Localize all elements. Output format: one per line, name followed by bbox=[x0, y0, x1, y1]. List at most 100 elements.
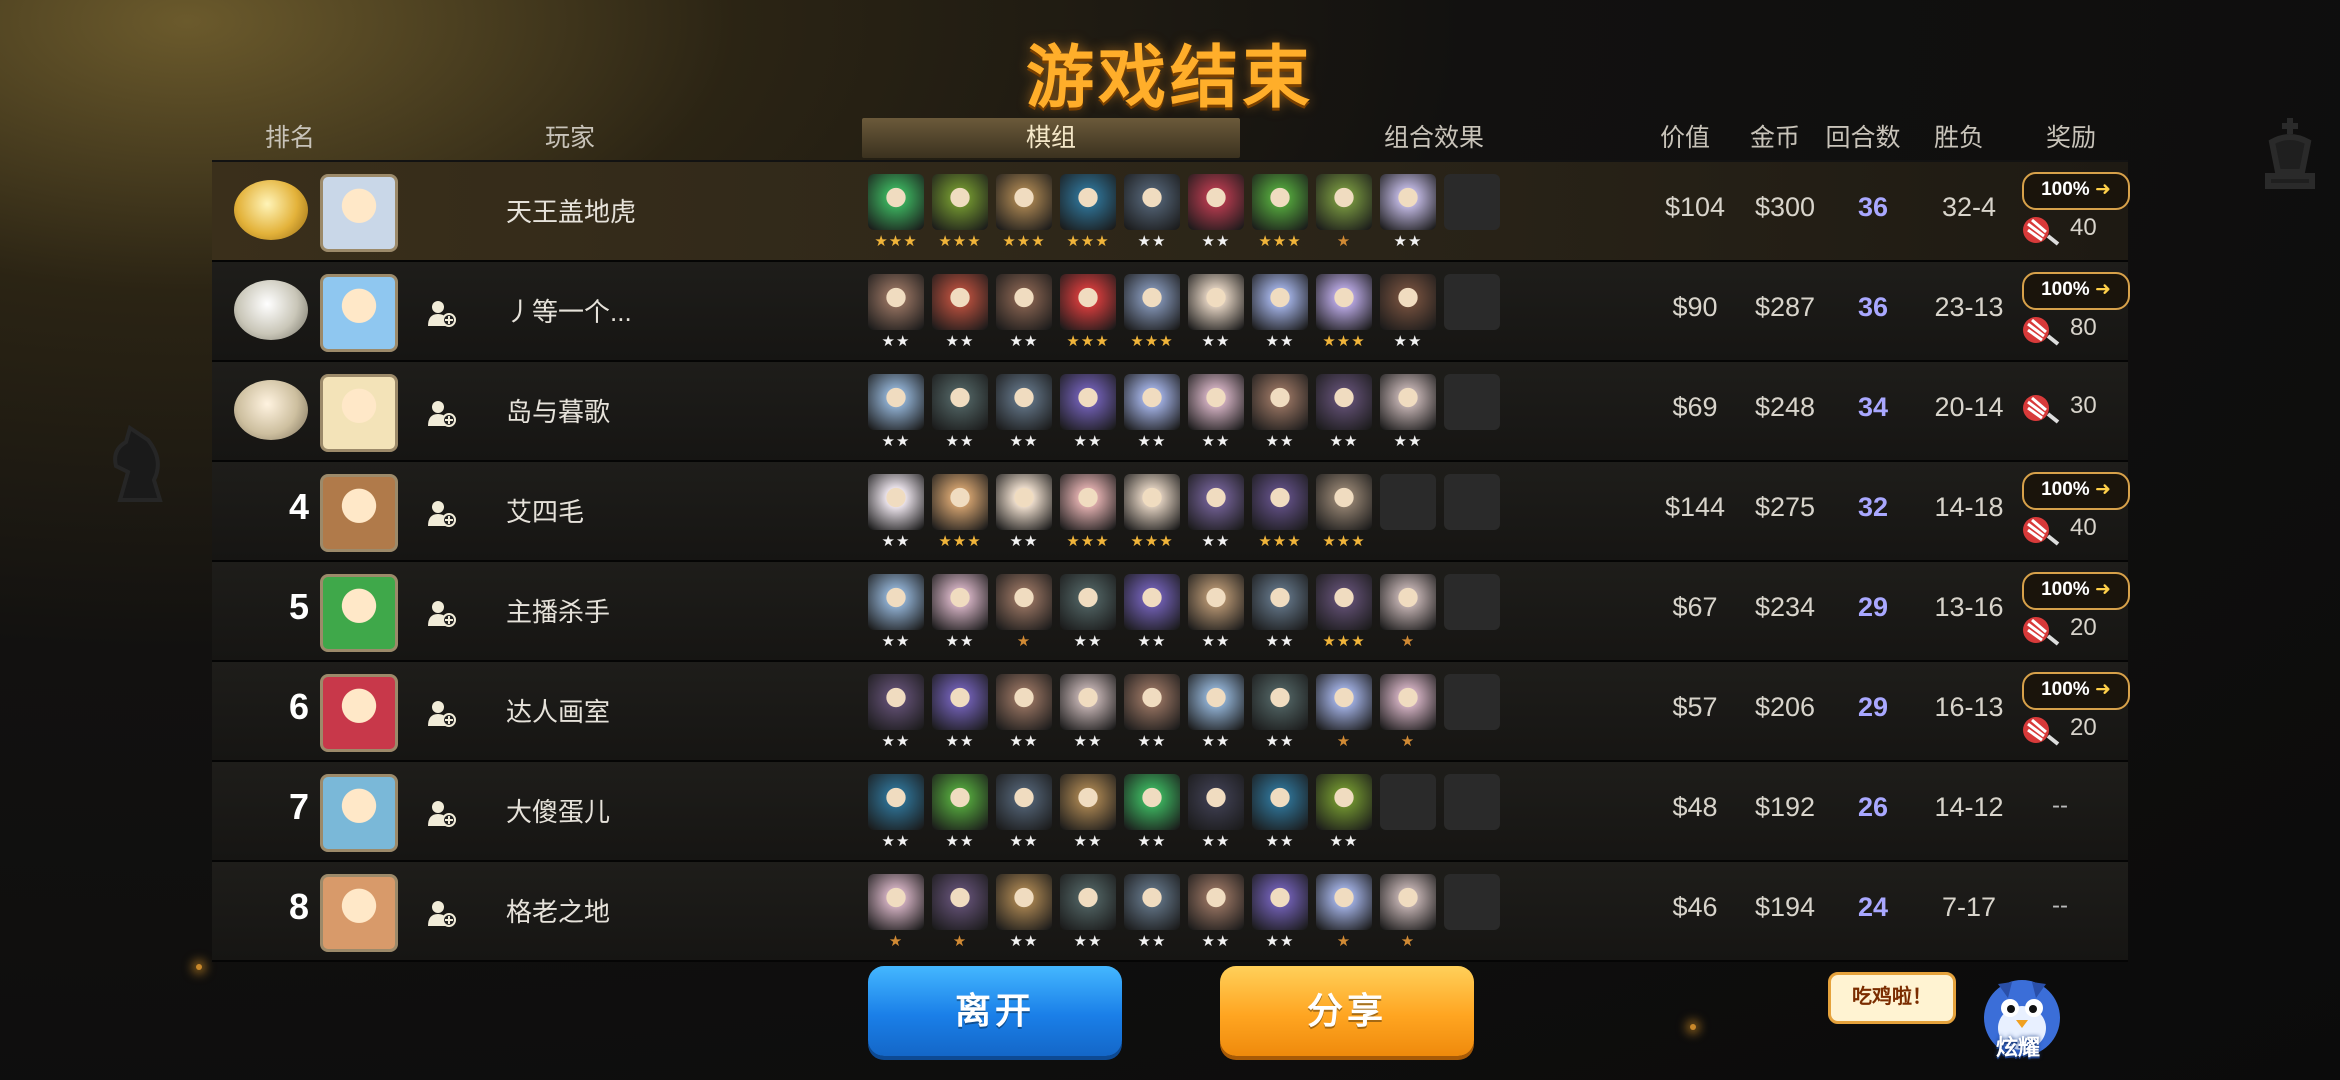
unit-portrait[interactable] bbox=[1380, 674, 1436, 730]
unit-portrait[interactable] bbox=[1252, 174, 1308, 230]
unit-portrait[interactable] bbox=[1252, 774, 1308, 830]
unit-portrait[interactable] bbox=[996, 374, 1052, 430]
unit-portrait[interactable] bbox=[1316, 174, 1372, 230]
unit-portrait[interactable] bbox=[932, 574, 988, 630]
unit-portrait[interactable] bbox=[1316, 574, 1372, 630]
unit-portrait[interactable] bbox=[996, 474, 1052, 530]
add-friend-icon[interactable] bbox=[426, 898, 456, 928]
unit-portrait[interactable] bbox=[1188, 374, 1244, 430]
unit-portrait[interactable] bbox=[1060, 574, 1116, 630]
unit-portrait[interactable] bbox=[1188, 874, 1244, 930]
unit-stars: ★★ bbox=[1265, 733, 1295, 750]
unit-portrait[interactable] bbox=[1316, 474, 1372, 530]
unit-portrait[interactable] bbox=[1060, 474, 1116, 530]
add-friend-icon[interactable] bbox=[426, 698, 456, 728]
avatar[interactable] bbox=[320, 774, 398, 852]
unit-portrait[interactable] bbox=[1252, 574, 1308, 630]
unit-portrait[interactable] bbox=[1252, 274, 1308, 330]
unit-portrait[interactable] bbox=[868, 674, 924, 730]
unit-portrait[interactable] bbox=[1252, 874, 1308, 930]
unit-stars: ★★★ bbox=[1322, 633, 1366, 650]
unit-portrait[interactable] bbox=[1252, 674, 1308, 730]
avatar[interactable] bbox=[320, 874, 398, 952]
avatar[interactable] bbox=[320, 374, 398, 452]
unit-portrait[interactable] bbox=[868, 774, 924, 830]
unit-portrait[interactable] bbox=[932, 174, 988, 230]
unit-portrait[interactable] bbox=[1316, 274, 1372, 330]
add-friend-icon[interactable] bbox=[426, 598, 456, 628]
unit-portrait[interactable] bbox=[1188, 674, 1244, 730]
unit-portrait[interactable] bbox=[1252, 474, 1308, 530]
unit-stars: ★★ bbox=[881, 833, 911, 850]
avatar[interactable] bbox=[320, 474, 398, 552]
unit-portrait[interactable] bbox=[996, 274, 1052, 330]
unit-portrait[interactable] bbox=[1380, 574, 1436, 630]
unit-portrait[interactable] bbox=[1060, 774, 1116, 830]
unit-portrait[interactable] bbox=[996, 674, 1052, 730]
unit-portrait[interactable] bbox=[1188, 274, 1244, 330]
unit-portrait[interactable] bbox=[1316, 774, 1372, 830]
unit-portrait[interactable] bbox=[932, 374, 988, 430]
unit-portrait[interactable] bbox=[1188, 574, 1244, 630]
avatar[interactable] bbox=[320, 274, 398, 352]
unit-stars: ★★★ bbox=[1066, 233, 1110, 250]
unit-portrait[interactable] bbox=[932, 674, 988, 730]
unit-portrait[interactable] bbox=[1124, 674, 1180, 730]
unit-portrait[interactable] bbox=[1124, 874, 1180, 930]
unit-portrait[interactable] bbox=[932, 774, 988, 830]
unit-stars: ★★ bbox=[1073, 933, 1103, 950]
unit-portrait[interactable] bbox=[996, 874, 1052, 930]
unit-portrait[interactable] bbox=[1060, 374, 1116, 430]
unit-portrait[interactable] bbox=[1380, 174, 1436, 230]
unit-portrait[interactable] bbox=[868, 574, 924, 630]
avatar[interactable] bbox=[320, 574, 398, 652]
add-friend-icon[interactable] bbox=[426, 298, 456, 328]
unit-portrait[interactable] bbox=[868, 274, 924, 330]
unit-portrait[interactable] bbox=[1060, 274, 1116, 330]
unit-portrait[interactable] bbox=[1188, 174, 1244, 230]
unit-stars: ★★ bbox=[1201, 733, 1231, 750]
unit-portrait[interactable] bbox=[1380, 374, 1436, 430]
unit-portrait[interactable] bbox=[1124, 774, 1180, 830]
unit-portrait[interactable] bbox=[868, 474, 924, 530]
tab-synergy[interactable]: 组合效果 bbox=[1250, 118, 1618, 158]
unit-stars: ★★ bbox=[1201, 833, 1231, 850]
unit-portrait[interactable] bbox=[1060, 874, 1116, 930]
unit-portrait[interactable] bbox=[1060, 674, 1116, 730]
unit-portrait[interactable] bbox=[868, 374, 924, 430]
unit-portrait[interactable] bbox=[1060, 174, 1116, 230]
unit-portrait[interactable] bbox=[1188, 474, 1244, 530]
unit-portrait[interactable] bbox=[1380, 274, 1436, 330]
unit-portrait[interactable] bbox=[1316, 674, 1372, 730]
avatar[interactable] bbox=[320, 174, 398, 252]
leave-button[interactable]: 离开 bbox=[868, 966, 1122, 1056]
unit-portrait[interactable] bbox=[1124, 374, 1180, 430]
candy-icon bbox=[2023, 395, 2060, 424]
avatar[interactable] bbox=[320, 674, 398, 752]
header-rank: 排名 bbox=[264, 124, 315, 152]
unit-portrait[interactable] bbox=[1124, 474, 1180, 530]
unit-portrait[interactable] bbox=[1380, 874, 1436, 930]
unit-portrait[interactable] bbox=[932, 874, 988, 930]
unit-portrait[interactable] bbox=[868, 874, 924, 930]
unit-portrait[interactable] bbox=[1188, 774, 1244, 830]
unit-portrait[interactable] bbox=[1124, 574, 1180, 630]
unit-portrait[interactable] bbox=[996, 174, 1052, 230]
unit-portrait[interactable] bbox=[1316, 374, 1372, 430]
show-off-label[interactable]: 炫耀 bbox=[1996, 1030, 2040, 1062]
add-friend-icon[interactable] bbox=[426, 798, 456, 828]
unit-portrait[interactable] bbox=[996, 574, 1052, 630]
add-friend-icon[interactable] bbox=[426, 498, 456, 528]
unit-portrait[interactable] bbox=[1124, 274, 1180, 330]
unit-portrait[interactable] bbox=[1124, 174, 1180, 230]
tab-lineup[interactable]: 棋组 bbox=[862, 118, 1240, 158]
unit-portrait[interactable] bbox=[1316, 874, 1372, 930]
unit-portrait[interactable] bbox=[932, 474, 988, 530]
header-player: 玩家 bbox=[544, 124, 595, 152]
unit-portrait[interactable] bbox=[996, 774, 1052, 830]
unit-portrait[interactable] bbox=[868, 174, 924, 230]
unit-portrait[interactable] bbox=[932, 274, 988, 330]
add-friend-icon[interactable] bbox=[426, 398, 456, 428]
share-button[interactable]: 分享 bbox=[1220, 966, 1474, 1056]
unit-portrait[interactable] bbox=[1252, 374, 1308, 430]
